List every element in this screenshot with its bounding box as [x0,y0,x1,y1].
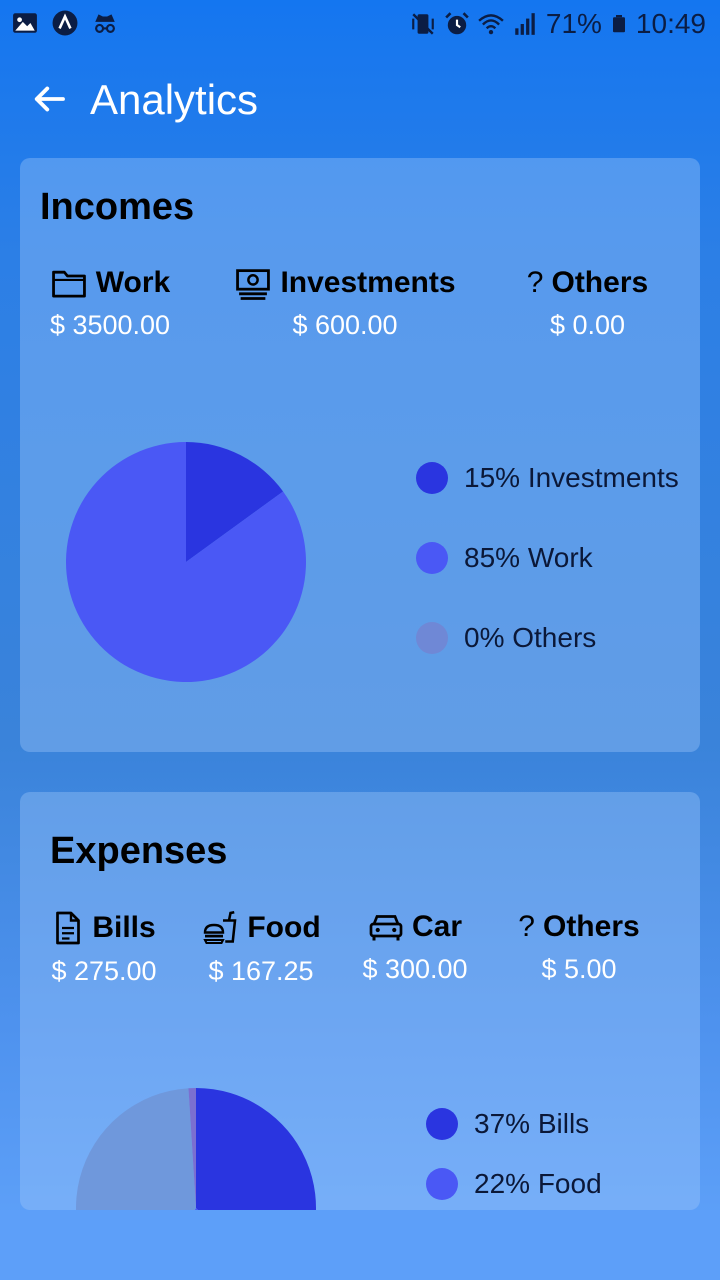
expenses-pie-chart [76,1088,316,1210]
legend-label: 37% Bills [474,1108,590,1139]
folder-icon [51,270,86,298]
incomes-card: Incomes Work $ 3500.00 Investments $ 600… [20,158,700,752]
legend-item-others: 0% Others [416,622,596,654]
alarm-icon [445,12,469,35]
battery-icon [612,15,625,33]
fastfood-icon [203,910,237,945]
battery-percent: 71% [545,8,602,39]
signal-icon [515,13,535,35]
incognito-icon [95,14,115,33]
expense-category-label: Food [247,911,321,944]
legend-item-bills: 37% Bills [426,1108,589,1140]
status-left-icons [12,10,118,36]
income-category-label: Others [551,266,649,299]
bottom-background [0,1210,720,1280]
legend-item-food: 22% Food [426,1168,602,1200]
app-a-icon [52,10,78,36]
vibrate-icon [412,13,434,35]
expense-category-car[interactable]: Car $ 300.00 [356,910,474,985]
legend-dot [426,1168,458,1200]
income-category-work[interactable]: Work $ 3500.00 [30,266,190,341]
legend-item-investments: 15% Investments [416,462,679,494]
expense-category-label: Bills [92,911,156,944]
legend-dot [426,1108,458,1140]
expense-category-amount: $ 167.25 [208,956,314,986]
money-icon [236,269,271,300]
expenses-slice-car [76,1088,196,1210]
legend-dot [416,462,448,494]
expense-category-bills[interactable]: Bills $ 275.00 [42,910,166,987]
question-icon: ? [518,910,535,943]
car-icon [369,915,403,941]
legend-label: 22% Food [474,1168,602,1199]
image-icon [13,13,37,33]
expense-category-label: Others [542,910,640,943]
incomes-pie-chart [66,442,307,682]
legend-dot [416,542,448,574]
expense-category-label: Car [411,910,463,943]
document-icon [56,911,81,945]
income-category-amount: $ 3500.00 [49,310,171,340]
back-button[interactable] [28,78,70,120]
income-category-others[interactable]: ? Others $ 0.00 [510,266,665,341]
expenses-card: Expenses Bills $ 275.00 Food $ 167.25 Ca… [20,792,700,1210]
expense-category-amount: $ 275.00 [51,956,157,986]
expenses-title: Expenses [50,830,228,872]
expense-category-amount: $ 300.00 [362,954,468,984]
legend-label: 15% Investments [464,462,679,493]
income-category-label: Investments [280,266,456,299]
app-bar: Analytics [0,56,720,146]
income-category-label: Work [95,266,171,299]
expense-category-food[interactable]: Food $ 167.25 [194,910,328,987]
status-right-icons: 71% 10:49 [410,8,706,40]
incomes-title: Incomes [40,186,195,228]
arrow-back-icon [34,86,65,112]
income-category-investments[interactable]: Investments $ 600.00 [220,266,470,341]
page-title: Analytics [90,76,259,123]
income-category-amount: $ 600.00 [292,310,398,340]
expenses-slice-bills [196,1088,316,1210]
legend-label: 85% Work [464,542,593,573]
status-time: 10:49 [635,8,706,39]
legend-label: 0% Others [464,622,597,653]
legend-dot [416,622,448,654]
expense-category-others[interactable]: ? Others $ 5.00 [502,910,656,985]
income-category-amount: $ 0.00 [549,310,626,340]
status-bar: 71% 10:49 [0,0,720,50]
legend-item-work: 85% Work [416,542,593,574]
question-icon: ? [526,266,544,299]
wifi-icon [478,14,504,35]
expense-category-amount: $ 5.00 [541,954,617,984]
